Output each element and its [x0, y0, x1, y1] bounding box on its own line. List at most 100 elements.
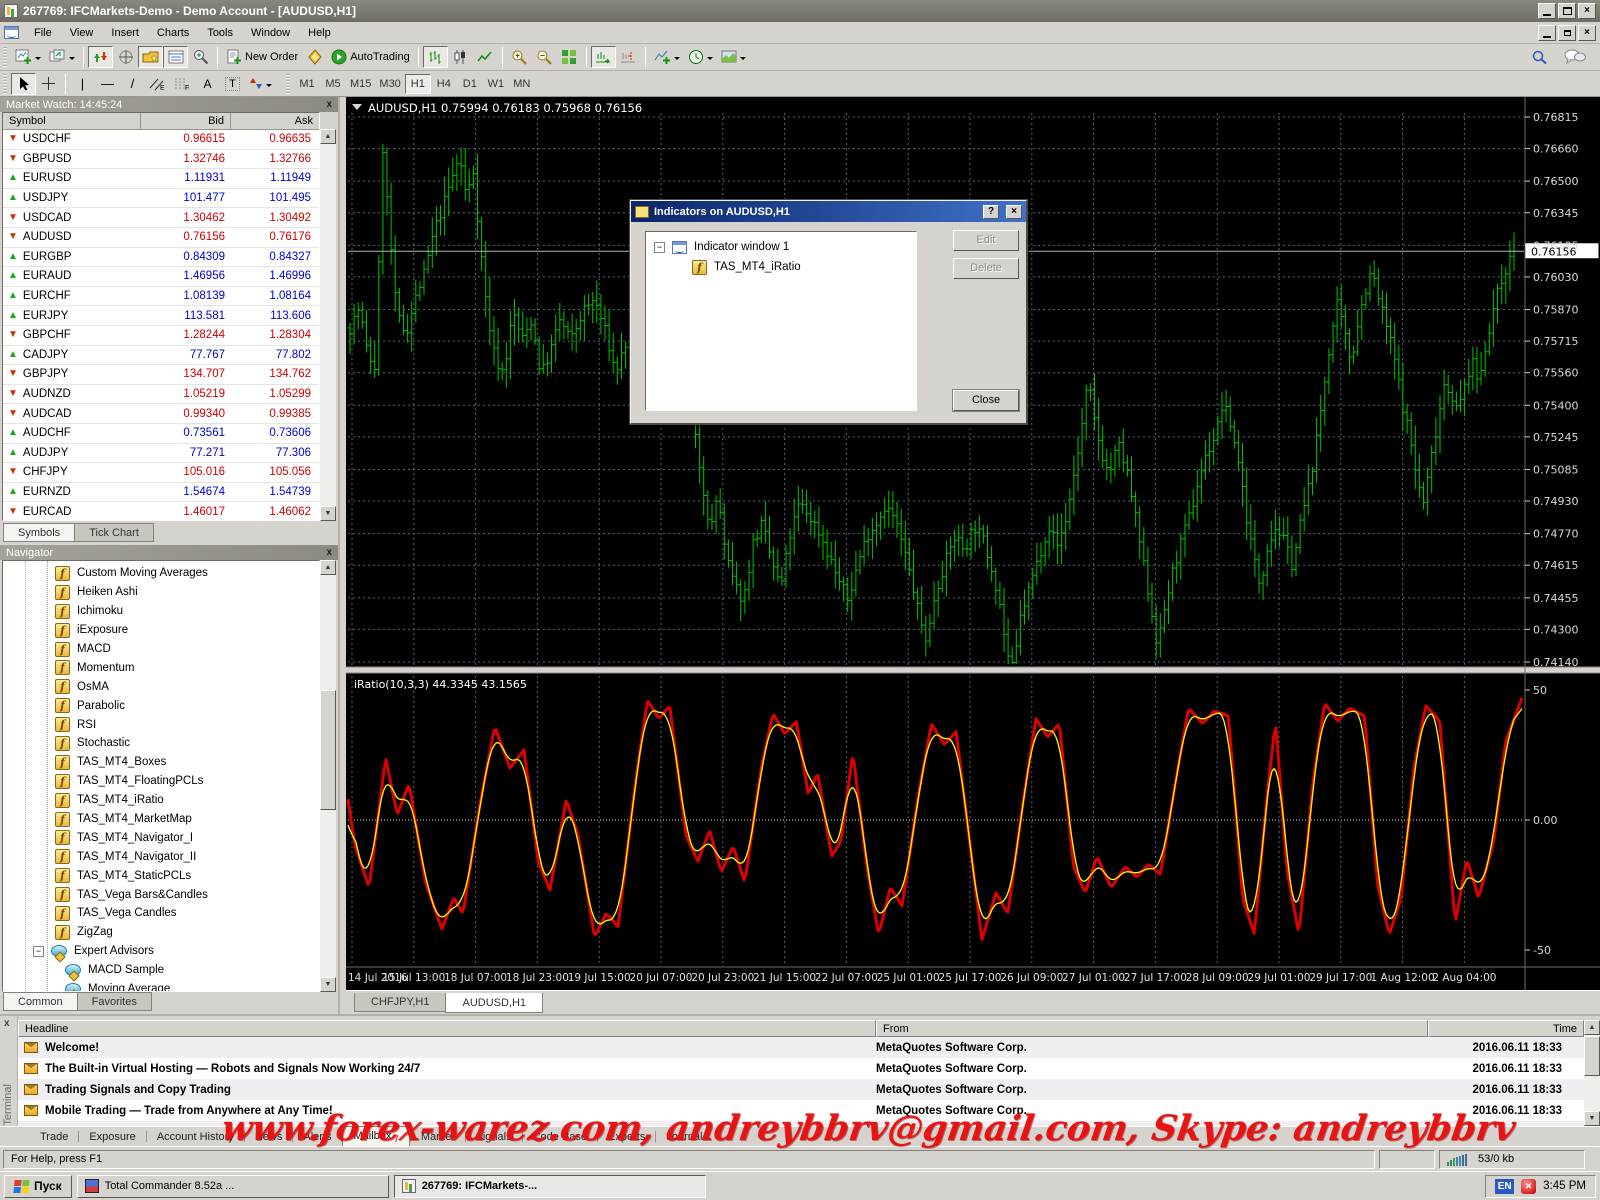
menu-tools[interactable]: Tools — [198, 24, 242, 42]
data-window-button[interactable] — [113, 46, 138, 68]
community-chat-icon[interactable] — [1564, 49, 1586, 65]
navigator-item-tas-mt4-staticpcls[interactable]: fTAS_MT4_StaticPCLs — [3, 866, 319, 885]
collapse-icon[interactable]: − — [654, 242, 665, 253]
menu-help[interactable]: Help — [299, 24, 340, 42]
autotrading-button[interactable]: AutoTrading — [327, 46, 414, 68]
market-watch-row-audjpy[interactable]: ▲AUDJPY77.27177.306 — [3, 444, 319, 464]
help-icon[interactable]: ? — [983, 205, 999, 219]
market-watch-header[interactable]: Market Watch: 14:45:24 x — [0, 97, 338, 112]
market-watch-row-eurusd[interactable]: ▲EURUSD1.119311.11949 — [3, 169, 319, 189]
navigator-item-rsi[interactable]: fRSI — [3, 715, 319, 734]
periods-button[interactable] — [684, 46, 717, 68]
market-watch-row-gbpusd[interactable]: ▼GBPUSD1.327461.32766 — [3, 150, 319, 170]
bar-chart-button[interactable] — [423, 46, 448, 68]
close-button[interactable]: × — [1578, 3, 1596, 19]
market-watch-scrollbar[interactable]: ▲ ▼ — [320, 129, 336, 521]
horizontal-line-button[interactable]: — — [95, 73, 120, 95]
navigator-item-tas-mt4-iratio[interactable]: fTAS_MT4_iRatio — [3, 791, 319, 810]
market-watch-row-eurchf[interactable]: ▲EURCHF1.081391.08164 — [3, 287, 319, 307]
scroll-thumb[interactable] — [1584, 1036, 1600, 1076]
navigator-scrollbar[interactable]: ▲ ▼ — [320, 560, 336, 992]
navigator-item-macd[interactable]: fMACD — [3, 640, 319, 659]
templates-button[interactable] — [717, 46, 750, 68]
mailbox-row[interactable]: Trading Signals and Copy TradingMetaQuot… — [18, 1079, 1584, 1100]
crosshair-button[interactable] — [36, 73, 61, 95]
navigator-item-macd-sample[interactable]: MACD Sample — [3, 961, 319, 980]
navigator-toggle[interactable] — [138, 46, 163, 68]
collapse-icon[interactable]: − — [33, 946, 44, 957]
toolbar-grip[interactable] — [286, 74, 290, 94]
language-indicator[interactable]: EN — [1495, 1179, 1514, 1194]
auto-scroll-button[interactable] — [591, 46, 616, 68]
column-from[interactable]: From — [876, 1020, 1428, 1037]
tree-item-tas-mt4-iratio[interactable]: f TAS_MT4_iRatio — [646, 257, 916, 277]
market-watch-row-usdjpy[interactable]: ▲USDJPY101.477101.495 — [3, 189, 319, 209]
navigator-item-tas-mt4-floatingpcls[interactable]: fTAS_MT4_FloatingPCLs — [3, 772, 319, 791]
timeframe-d1[interactable]: D1 — [457, 74, 483, 94]
navigator-item-momentum[interactable]: fMomentum — [3, 658, 319, 677]
navigator-item-tas-mt4-marketmap[interactable]: fTAS_MT4_MarketMap — [3, 810, 319, 829]
line-chart-button[interactable] — [473, 46, 498, 68]
timeframe-h1[interactable]: H1 — [405, 74, 431, 94]
market-watch-row-usdchf[interactable]: ▼USDCHF0.966150.96635 — [3, 130, 319, 150]
maximize-button[interactable] — [1558, 3, 1576, 19]
menu-charts[interactable]: Charts — [148, 24, 198, 42]
close-dialog-button[interactable]: Close — [953, 390, 1019, 411]
terminal-scrollbar[interactable]: ▲ ▼ — [1584, 1020, 1600, 1126]
dialog-titlebar[interactable]: Indicators on AUDUSD,H1 ? × — [631, 201, 1026, 222]
market-watch-column-header[interactable]: Symbol Bid Ask — [3, 113, 319, 130]
timeframe-mn[interactable]: MN — [509, 74, 535, 94]
navigator-item-tas-mt4-navigator-i[interactable]: fTAS_MT4_Navigator_I — [3, 828, 319, 847]
timeframe-w1[interactable]: W1 — [483, 74, 509, 94]
terminal-tab-trade[interactable]: Trade — [30, 1128, 78, 1145]
minimize-button[interactable] — [1538, 3, 1556, 19]
text-label-button[interactable]: T — [220, 73, 245, 95]
child-minimize-button[interactable] — [1538, 25, 1556, 41]
menu-view[interactable]: View — [61, 24, 103, 42]
child-close-button[interactable]: × — [1578, 25, 1596, 41]
market-watch-row-gbpjpy[interactable]: ▼GBPJPY134.707134.762 — [3, 365, 319, 385]
taskbar-item-total-commander[interactable]: Total Commander 8.52a ... — [77, 1175, 389, 1198]
scroll-down-icon[interactable]: ▼ — [320, 506, 336, 521]
vertical-line-button[interactable]: | — [70, 73, 95, 95]
scroll-down-icon[interactable]: ▼ — [320, 977, 336, 992]
column-ask[interactable]: Ask — [231, 113, 319, 130]
navigator-item-custom-moving-averages[interactable]: fCustom Moving Averages — [3, 564, 319, 583]
navigator-item-osma[interactable]: fOsMA — [3, 677, 319, 696]
column-time[interactable]: Time — [1428, 1020, 1584, 1037]
new-chart-button[interactable] — [11, 46, 45, 68]
column-headline[interactable]: Headline — [18, 1020, 876, 1037]
navigator-item-expert-advisors[interactable]: −Expert Advisors — [3, 942, 319, 961]
chart-tab-audusd-h1[interactable]: AUDUSD,H1 — [445, 993, 543, 1013]
zoom-in-button[interactable] — [507, 46, 532, 68]
market-watch-row-eurjpy[interactable]: ▲EURJPY113.581113.606 — [3, 306, 319, 326]
tile-windows-button[interactable] — [557, 46, 582, 68]
market-watch-row-audchf[interactable]: ▲AUDCHF0.735610.73606 — [3, 424, 319, 444]
tab-tick-chart[interactable]: Tick Chart — [74, 523, 154, 542]
close-icon[interactable]: × — [1006, 205, 1022, 219]
chart-tab-chfjpy-h1[interactable]: CHFJPY,H1 — [354, 993, 446, 1012]
navigator-item-iexposure[interactable]: fiExposure — [3, 621, 319, 640]
menu-insert[interactable]: Insert — [102, 24, 148, 42]
market-watch-row-eurnzd[interactable]: ▲EURNZD1.546741.54739 — [3, 483, 319, 503]
strategy-tester-button[interactable] — [188, 46, 213, 68]
indicators-button[interactable] — [650, 46, 684, 68]
child-restore-button[interactable] — [1558, 25, 1576, 41]
close-icon[interactable]: x — [326, 99, 332, 110]
navigator-item-ichimoku[interactable]: fIchimoku — [3, 602, 319, 621]
market-watch-row-audcad[interactable]: ▼AUDCAD0.993400.99385 — [3, 404, 319, 424]
text-button[interactable]: A — [195, 73, 220, 95]
tab-favorites[interactable]: Favorites — [77, 992, 152, 1011]
fibonacci-button[interactable]: F — [170, 73, 195, 95]
toolbar-grip[interactable] — [3, 74, 7, 94]
column-bid[interactable]: Bid — [141, 113, 231, 130]
scroll-up-icon[interactable]: ▲ — [320, 560, 336, 575]
cursor-button[interactable] — [11, 73, 36, 95]
market-watch-row-chfjpy[interactable]: ▼CHFJPY105.016105.056 — [3, 463, 319, 483]
equidistant-channel-button[interactable]: E — [145, 73, 170, 95]
chart-shift-button[interactable] — [616, 46, 641, 68]
market-watch-row-cadjpy[interactable]: ▲CADJPY77.76777.802 — [3, 346, 319, 366]
timeframe-m30[interactable]: M30 — [375, 74, 404, 94]
arrows-button[interactable] — [245, 73, 276, 95]
tab-common[interactable]: Common — [3, 992, 78, 1011]
